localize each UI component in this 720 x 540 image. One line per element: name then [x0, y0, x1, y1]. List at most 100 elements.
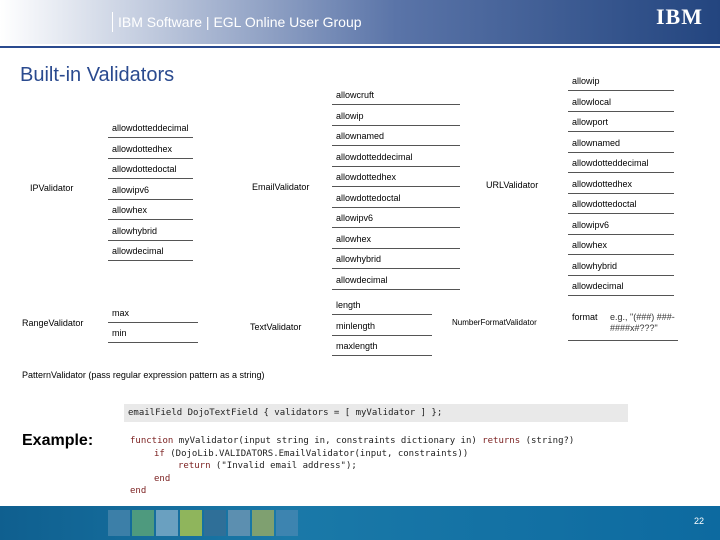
- footer-photo-2: [132, 510, 154, 536]
- code-keyword: function: [130, 436, 174, 446]
- email-validator-separator: [332, 104, 460, 105]
- url-validator-separator: [568, 274, 674, 276]
- url-validator-option: allowport: [572, 117, 609, 127]
- ip-validator-label: IPValidator: [30, 183, 74, 193]
- email-validator-option: allowdotteddecimal: [336, 151, 413, 162]
- email-validator-option: allowhybrid: [336, 254, 382, 264]
- code-text: (string?): [520, 436, 575, 446]
- url-validator-separator: [568, 110, 674, 112]
- code-keyword: if: [154, 448, 165, 459]
- text-validator-option: maxlength: [336, 341, 378, 351]
- url-validator-separator: [568, 213, 674, 214]
- code-line: end: [130, 486, 146, 496]
- text-validator-option: length: [336, 300, 361, 310]
- url-validator-separator: [568, 295, 674, 296]
- text-validator-option: minlength: [336, 320, 376, 331]
- email-validator-separator: [332, 247, 460, 249]
- email-validator-option: allownamed: [336, 131, 385, 141]
- range-validator-label: RangeValidator: [22, 318, 84, 328]
- ip-validator-option: allowdecimal: [112, 246, 164, 256]
- url-validator-option: allowip: [572, 76, 600, 86]
- url-validator-option: allowhybrid: [572, 260, 618, 271]
- url-validator-option: allowdecimal: [572, 281, 624, 291]
- url-validator-option: allowdottedhex: [572, 178, 633, 189]
- email-validator-option: allowdottedhex: [336, 172, 397, 182]
- url-validator-option: allowdottedoctal: [572, 199, 637, 209]
- url-validator-option: allowlocal: [572, 96, 612, 107]
- text-validator-separator: [332, 355, 432, 356]
- ip-validator-separator: [108, 157, 193, 159]
- ip-validator-option: allowdottedhex: [112, 143, 173, 154]
- url-validator-separator: [568, 90, 674, 91]
- text-validator-label: TextValidator: [250, 322, 302, 332]
- email-validator-separator: [332, 186, 460, 187]
- code-keyword: end: [154, 473, 171, 484]
- code-box: emailField DojoTextField { validators = …: [124, 404, 628, 422]
- slide-title: Built-in Validators: [20, 64, 175, 86]
- email-validator-option: allowhex: [336, 233, 372, 244]
- url-validator-option: allowipv6: [572, 219, 610, 230]
- footer-photo-6: [228, 510, 250, 536]
- number-format-option-example: e.g., "(###) ###-####x#???": [610, 312, 675, 333]
- range-validator-separator: [108, 322, 198, 323]
- email-validator-separator: [332, 165, 460, 167]
- email-validator-separator: [332, 227, 460, 228]
- footer-photo-4: [180, 510, 202, 536]
- footer-photo-5: [204, 510, 226, 536]
- url-validator-option: allownamed: [572, 137, 621, 148]
- code-line: if (DojoLib.VALIDATORS.EmailValidator(in…: [154, 449, 468, 459]
- code-line: return ("Invalid email address");: [178, 461, 357, 471]
- url-validator-option: allowdotteddecimal: [572, 158, 649, 168]
- slide-header: IBM Software | EGL Online User Group IBM: [0, 0, 720, 48]
- ip-validator-separator: [108, 178, 193, 179]
- pattern-validator-label: PatternValidator (pass regular expressio…: [22, 370, 265, 380]
- code-text: ("Invalid email address");: [210, 461, 357, 471]
- page-number: 22: [694, 516, 705, 526]
- email-validator-option: allowipv6: [336, 213, 374, 223]
- url-validator-label: URLValidator: [486, 180, 539, 190]
- ip-validator-separator: [108, 260, 193, 261]
- footer-photo-8: [276, 510, 298, 536]
- email-validator-separator: [332, 268, 460, 269]
- url-validator-separator: [568, 254, 674, 255]
- number-format-underline: [568, 340, 678, 341]
- code-box-text: emailField DojoTextField { validators = …: [128, 408, 443, 418]
- code-text: myValidator(input string in, constraints…: [173, 436, 483, 446]
- header-title: IBM Software | EGL Online User Group: [118, 14, 362, 30]
- footer-photo-1: [108, 510, 130, 536]
- code-line: function myValidator(input string in, co…: [130, 436, 574, 446]
- text-validator-separator: [332, 334, 432, 336]
- url-validator-option: allowhex: [572, 240, 608, 250]
- footer-photo-7: [252, 510, 274, 536]
- ip-validator-separator: [108, 219, 193, 220]
- code-keyword: end: [130, 486, 147, 496]
- text-validator-separator: [332, 314, 432, 315]
- range-validator-option: min: [112, 328, 127, 338]
- number-format-validator-label: NumberFormatValidator: [452, 318, 537, 327]
- email-validator-separator: [332, 288, 460, 290]
- email-validator-label: EmailValidator: [252, 182, 310, 192]
- ip-validator-separator: [108, 198, 193, 200]
- code-keyword: returns: [482, 436, 521, 446]
- email-validator-separator: [332, 124, 460, 126]
- range-validator-option: max: [112, 308, 130, 318]
- footer-photo-strip: [108, 510, 298, 536]
- number-format-option-key: format: [572, 312, 598, 322]
- email-validator-option: allowip: [336, 110, 364, 121]
- url-validator-separator: [568, 151, 674, 153]
- url-validator-separator: [568, 192, 674, 194]
- code-keyword: return: [178, 461, 211, 471]
- example-label: Example:: [22, 432, 94, 449]
- ip-validator-option: allowhybrid: [112, 225, 158, 236]
- ip-validator-separator: [108, 137, 193, 138]
- email-validator-option: allowcruft: [336, 90, 375, 100]
- code-text: (DojoLib.VALIDATORS.EmailValidator(input…: [164, 448, 469, 459]
- url-validator-separator: [568, 233, 674, 235]
- ip-validator-option: allowdotteddecimal: [112, 123, 189, 133]
- ip-validator-option: allowdottedoctal: [112, 164, 177, 174]
- email-validator-option: allowdottedoctal: [336, 192, 401, 203]
- ibm-logo: IBM: [656, 4, 703, 29]
- email-validator-option: allowdecimal: [336, 274, 388, 285]
- ip-validator-separator: [108, 239, 193, 241]
- range-validator-separator: [108, 342, 198, 343]
